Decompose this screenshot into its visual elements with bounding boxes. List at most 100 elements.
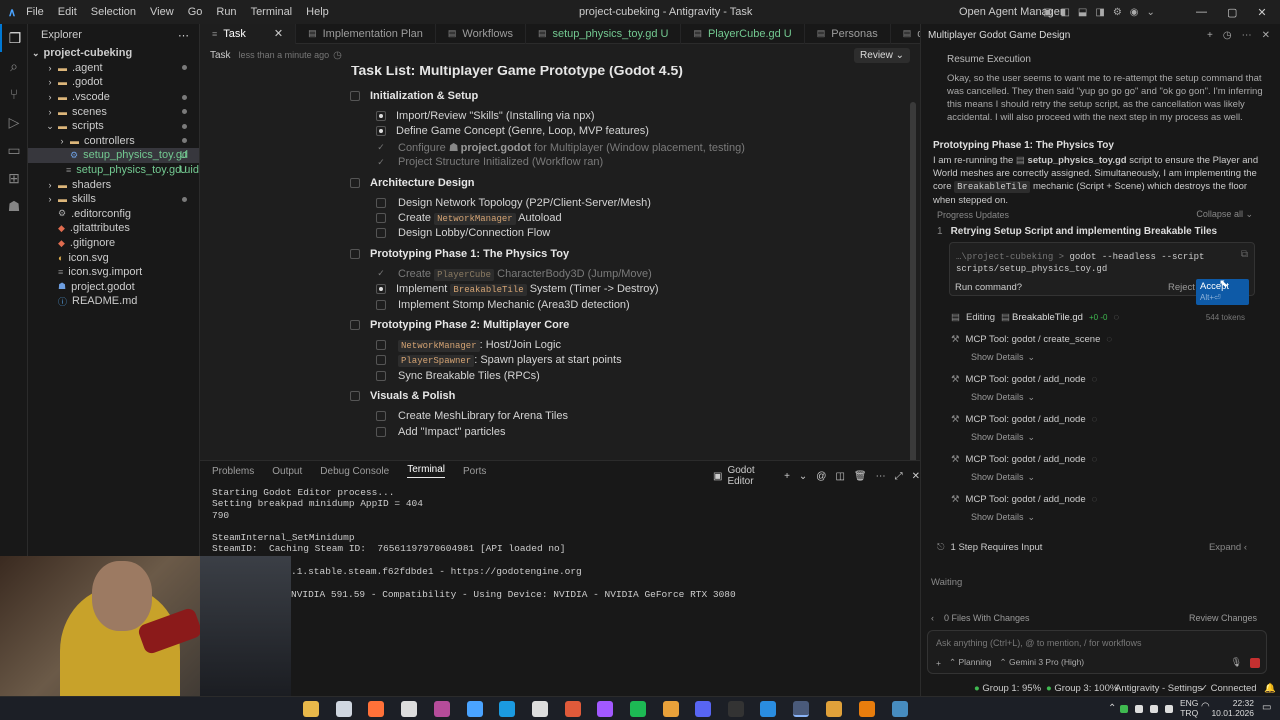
antigravity-icon[interactable] <box>793 701 809 717</box>
add-context-icon[interactable]: + <box>936 658 941 668</box>
tree-item[interactable]: › ▬ shaders <box>28 177 199 192</box>
settings-gear-icon[interactable]: ⚙ <box>1113 7 1122 18</box>
phase-file-link[interactable]: setup_physics_toy.gd <box>1028 155 1127 166</box>
firefox-icon[interactable] <box>368 701 384 717</box>
panel-tab-ports[interactable]: Ports <box>463 466 486 477</box>
clock-time[interactable]: 22:32 <box>1206 698 1254 708</box>
show-details-button[interactable]: Show Details ⌄ <box>971 392 1035 403</box>
tray-app-icon-3[interactable] <box>1150 705 1158 713</box>
close-tab-icon[interactable]: ✕ <box>274 27 283 40</box>
terminal-profile[interactable]: Godot Editor <box>727 465 775 487</box>
menu-file[interactable]: File <box>26 6 44 18</box>
tree-item[interactable]: › ▬ controllers <box>28 134 199 149</box>
tree-item[interactable]: ≡ icon.svg.import <box>28 265 199 280</box>
tree-root[interactable]: ⌄ project-cubeking <box>28 46 199 61</box>
close-panel-icon[interactable]: ✕ <box>912 471 920 482</box>
reject-button[interactable]: Reject <box>1168 282 1195 293</box>
new-chat-icon[interactable]: + <box>1207 30 1213 41</box>
close-window-button[interactable]: ✕ <box>1257 6 1266 19</box>
layout-icon[interactable]: ▣ <box>1043 7 1052 18</box>
blender-icon[interactable] <box>859 701 875 717</box>
menu-help[interactable]: Help <box>306 6 329 18</box>
file-reference[interactable]: project.godot <box>461 142 531 154</box>
in-progress-checkbox[interactable] <box>376 284 386 295</box>
menu-terminal[interactable]: Terminal <box>251 6 293 18</box>
in-progress-checkbox[interactable] <box>376 126 386 137</box>
godot-icon[interactable] <box>892 701 908 717</box>
tree-item[interactable]: ≡ setup_physics_toy.gd.uid U <box>28 163 199 178</box>
close-icon[interactable]: ✕ <box>1262 30 1270 41</box>
section-checkbox[interactable] <box>350 391 360 402</box>
group3-status[interactable]: ● Group 3: 100% <box>1046 683 1118 694</box>
tree-item[interactable]: ⓘ README.md <box>28 294 199 309</box>
task-checkbox[interactable] <box>376 355 386 366</box>
cloud-icon[interactable] <box>826 701 842 717</box>
tree-item[interactable]: › ▬ .vscode <box>28 90 199 105</box>
source-control-icon[interactable]: ⑂ <box>0 80 28 108</box>
more-actions-icon[interactable]: ⋯ <box>178 29 189 42</box>
chat-input[interactable]: Ask anything (Ctrl+L), @ to mention, / f… <box>936 638 1141 648</box>
tree-item[interactable]: ◐ icon.svg <box>28 250 199 265</box>
tray-arrow-icon[interactable]: ⌃ <box>1108 703 1116 714</box>
expand-button[interactable]: Expand ‹ <box>1209 542 1247 553</box>
panel-bottom-icon[interactable]: ⬓ <box>1078 7 1087 18</box>
remote-icon[interactable]: ▭ <box>0 136 28 164</box>
menu-view[interactable]: View <box>150 6 174 18</box>
minimize-button[interactable]: — <box>1196 6 1207 18</box>
tab-setup_physics_toygd[interactable]: ▤ setup_physics_toy.gd U <box>526 23 682 44</box>
tray-app-icon-2[interactable] <box>1135 705 1143 713</box>
trash-icon[interactable]: 🗑 <box>854 471 867 482</box>
terminal-icon[interactable] <box>728 701 744 717</box>
menu-edit[interactable]: Edit <box>58 6 77 18</box>
more-icon[interactable]: ⋯ <box>1242 30 1252 41</box>
chevron-down-icon[interactable]: ⌄ <box>799 471 807 482</box>
section-checkbox[interactable] <box>350 177 360 188</box>
task-checkbox[interactable] <box>376 299 386 310</box>
connected-status[interactable]: ✓ Connected <box>1200 683 1257 694</box>
history-icon[interactable]: ◷ <box>1223 30 1232 41</box>
tree-item[interactable]: › ▬ skills <box>28 192 199 207</box>
editor-scrollbar[interactable] <box>910 102 916 470</box>
tree-item[interactable]: ☗ project.godot <box>28 280 199 295</box>
split-icon[interactable]: ◫ <box>835 471 844 482</box>
mention-icon[interactable]: @ <box>816 471 826 482</box>
tree-item[interactable]: › ▬ .agent <box>28 61 199 76</box>
godot-icon[interactable]: ☗ <box>0 192 28 220</box>
task-checkbox[interactable] <box>376 340 386 350</box>
obs-icon[interactable] <box>401 701 417 717</box>
task-checkbox[interactable] <box>376 228 386 239</box>
stop-button[interactable] <box>1250 658 1260 668</box>
file-explorer-icon[interactable] <box>303 701 319 717</box>
settings-status[interactable]: Antigravity - Settings <box>1115 683 1202 694</box>
section-checkbox[interactable] <box>350 91 360 101</box>
in-progress-checkbox[interactable] <box>376 111 386 121</box>
tree-item[interactable]: ⚙ .editorconfig <box>28 207 199 222</box>
tree-item[interactable]: › ▬ .godot <box>28 75 199 90</box>
resume-label[interactable]: Resume Execution <box>947 54 1031 65</box>
menu-go[interactable]: Go <box>188 6 203 18</box>
tab-playercubegd[interactable]: ▤ PlayerCube.gd U <box>681 23 805 44</box>
mic-icon[interactable]: 🎙 <box>1231 657 1242 668</box>
task-checkbox[interactable] <box>376 411 386 422</box>
chevron-down-icon[interactable]: ⌄ <box>1147 7 1155 18</box>
language-primary[interactable]: ENG <box>1180 698 1198 708</box>
explorer-icon[interactable]: ❐ <box>0 24 28 52</box>
menu-selection[interactable]: Selection <box>91 6 136 18</box>
maximize-button[interactable]: ▢ <box>1227 6 1237 19</box>
editing-file[interactable]: BreakableTile.gd <box>1012 312 1083 323</box>
tree-item[interactable]: › ▬ scenes <box>28 104 199 119</box>
tree-item[interactable]: ⌄ ▬ scripts <box>28 119 199 134</box>
menu-run[interactable]: Run <box>216 6 236 18</box>
checkmark-icon[interactable]: ✓ <box>376 142 386 152</box>
figma-icon[interactable] <box>597 701 613 717</box>
show-details-button[interactable]: Show Details ⌄ <box>971 512 1035 523</box>
new-terminal-icon[interactable]: + <box>784 471 790 482</box>
panel-left-icon[interactable]: ◧ <box>1060 7 1069 18</box>
slack-icon[interactable] <box>434 701 450 717</box>
tree-item[interactable]: ◆ .gitignore <box>28 236 199 251</box>
account-icon[interactable]: ◉ <box>1130 7 1139 18</box>
show-details-button[interactable]: Show Details ⌄ <box>971 472 1035 483</box>
tab-implementation[interactable]: ▤ Implementation Plan <box>296 23 436 44</box>
chat-input-box[interactable]: Ask anything (Ctrl+L), @ to mention, / f… <box>927 630 1267 674</box>
tab-task[interactable]: ≡ Task ✕ <box>200 23 297 44</box>
